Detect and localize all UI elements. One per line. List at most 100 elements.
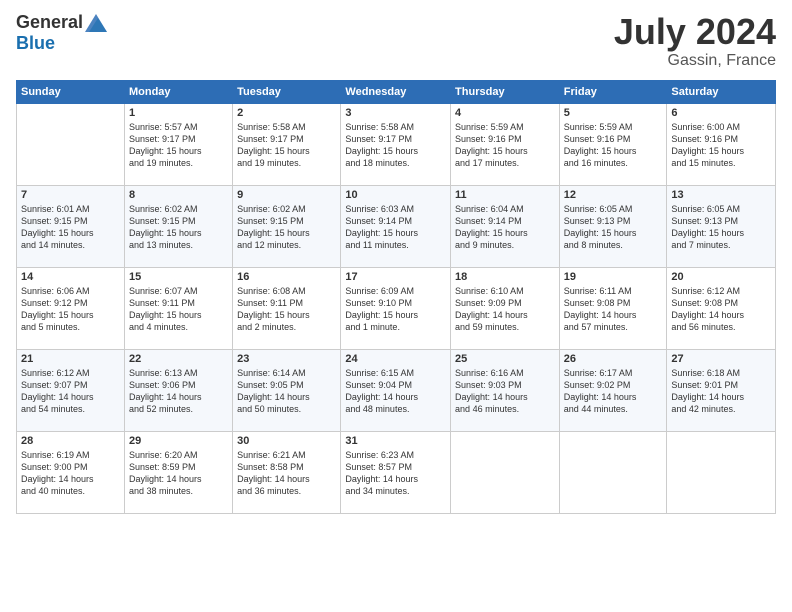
cell-content: Sunrise: 6:18 AMSunset: 9:01 PMDaylight:… [671,367,771,416]
day-number: 23 [237,353,336,365]
calendar-cell: 18Sunrise: 6:10 AMSunset: 9:09 PMDayligh… [451,267,560,349]
calendar-cell: 23 Sunrise: 6:14 AMSunset: 9:05 PMDayligh… [233,349,341,431]
cell-content: Sunrise: 6:14 AMSunset: 9:05 PMDaylight:… [237,367,336,416]
cell-content: Sunrise: 6:04 AMSunset: 9:14 PMDaylight:… [455,203,555,252]
day-number: 21 [21,353,120,365]
calendar-cell: 3 Sunrise: 5:58 AMSunset: 9:17 PMDaylight… [341,103,451,185]
col-header-friday: Friday [559,80,667,103]
calendar-cell: 4 Sunrise: 5:59 AMSunset: 9:16 PMDaylight… [451,103,560,185]
day-number: 14 [21,271,120,283]
calendar-cell: 31 Sunrise: 6:23 AMSunset: 8:57 PMDayligh… [341,431,451,513]
calendar-cell: 2 Sunrise: 5:58 AMSunset: 9:17 PMDaylight… [233,103,341,185]
cell-content: Sunrise: 6:09 AMSunset: 9:10 PMDaylight:… [345,285,446,334]
calendar-cell: 10 Sunrise: 6:03 AMSunset: 9:14 PMDayligh… [341,185,451,267]
col-header-sunday: Sunday [17,80,125,103]
calendar-cell: 11Sunrise: 6:04 AMSunset: 9:14 PMDayligh… [451,185,560,267]
day-number: 13 [671,189,771,201]
calendar-cell: 12 Sunrise: 6:05 AMSunset: 9:13 PMDayligh… [559,185,667,267]
cell-content: Sunrise: 6:12 AMSunset: 9:07 PMDaylight:… [21,367,120,416]
calendar-cell: 13Sunrise: 6:05 AMSunset: 9:13 PMDayligh… [667,185,776,267]
calendar-cell: 17 Sunrise: 6:09 AMSunset: 9:10 PMDayligh… [341,267,451,349]
header: General Blue July 2024 Gassin, France [16,12,776,70]
calendar-cell: 7Sunrise: 6:01 AMSunset: 9:15 PMDaylight… [17,185,125,267]
cell-content: Sunrise: 6:02 AMSunset: 9:15 PMDaylight:… [237,203,336,252]
cell-content: Sunrise: 6:12 AMSunset: 9:08 PMDaylight:… [671,285,771,334]
day-number: 22 [129,353,228,365]
calendar-cell: 19Sunrise: 6:11 AMSunset: 9:08 PMDayligh… [559,267,667,349]
cell-content: Sunrise: 6:13 AMSunset: 9:06 PMDaylight:… [129,367,228,416]
day-number: 28 [21,435,120,447]
calendar-cell: 29Sunrise: 6:20 AMSunset: 8:59 PMDayligh… [124,431,232,513]
calendar-cell [17,103,125,185]
day-number: 3 [345,107,446,119]
cell-content: Sunrise: 6:21 AMSunset: 8:58 PMDaylight:… [237,449,336,498]
calendar-cell: 5 Sunrise: 5:59 AMSunset: 9:16 PMDaylight… [559,103,667,185]
day-number: 15 [129,271,228,283]
day-number: 10 [345,189,446,201]
cell-content: Sunrise: 5:59 AMSunset: 9:16 PMDaylight:… [455,121,555,170]
day-number: 24 [345,353,446,365]
cell-content: Sunrise: 6:11 AMSunset: 9:08 PMDaylight:… [564,285,663,334]
calendar-cell: 1 Sunrise: 5:57 AMSunset: 9:17 PMDaylight… [124,103,232,185]
title-month: July 2024 [614,12,776,52]
cell-content: Sunrise: 6:16 AMSunset: 9:03 PMDaylight:… [455,367,555,416]
cell-content: Sunrise: 5:58 AMSunset: 9:17 PMDaylight:… [237,121,336,170]
col-header-thursday: Thursday [451,80,560,103]
calendar-cell: 25 Sunrise: 6:16 AMSunset: 9:03 PMDayligh… [451,349,560,431]
logo-icon [85,14,107,32]
cell-content: Sunrise: 5:58 AMSunset: 9:17 PMDaylight:… [345,121,446,170]
calendar-cell [451,431,560,513]
cell-content: Sunrise: 6:00 AMSunset: 9:16 PMDaylight:… [671,121,771,170]
day-number: 30 [237,435,336,447]
cell-content: Sunrise: 6:03 AMSunset: 9:14 PMDaylight:… [345,203,446,252]
calendar-table: SundayMondayTuesdayWednesdayThursdayFrid… [16,80,776,514]
day-number: 20 [671,271,771,283]
cell-content: Sunrise: 6:19 AMSunset: 9:00 PMDaylight:… [21,449,120,498]
day-number: 18 [455,271,555,283]
day-number: 27 [671,353,771,365]
day-number: 17 [345,271,446,283]
cell-content: Sunrise: 6:05 AMSunset: 9:13 PMDaylight:… [564,203,663,252]
cell-content: Sunrise: 6:06 AMSunset: 9:12 PMDaylight:… [21,285,120,334]
day-number: 8 [129,189,228,201]
page: General Blue July 2024 Gassin, France Su… [0,0,792,612]
day-number: 2 [237,107,336,119]
col-header-monday: Monday [124,80,232,103]
day-number: 31 [345,435,446,447]
calendar-cell: 15 Sunrise: 6:07 AMSunset: 9:11 PMDayligh… [124,267,232,349]
day-number: 16 [237,271,336,283]
cell-content: Sunrise: 6:17 AMSunset: 9:02 PMDaylight:… [564,367,663,416]
day-number: 5 [564,107,663,119]
day-number: 26 [564,353,663,365]
cell-content: Sunrise: 6:08 AMSunset: 9:11 PMDaylight:… [237,285,336,334]
day-number: 25 [455,353,555,365]
cell-content: Sunrise: 5:59 AMSunset: 9:16 PMDaylight:… [564,121,663,170]
day-number: 4 [455,107,555,119]
calendar-cell: 16 Sunrise: 6:08 AMSunset: 9:11 PMDayligh… [233,267,341,349]
day-number: 9 [237,189,336,201]
cell-content: Sunrise: 6:15 AMSunset: 9:04 PMDaylight:… [345,367,446,416]
day-number: 6 [671,107,771,119]
logo-general-text: General [16,12,83,33]
calendar-cell [559,431,667,513]
title-location: Gassin, France [614,52,776,70]
calendar-cell: 30 Sunrise: 6:21 AMSunset: 8:58 PMDayligh… [233,431,341,513]
calendar-cell: 9 Sunrise: 6:02 AMSunset: 9:15 PMDaylight… [233,185,341,267]
day-number: 1 [129,107,228,119]
calendar-cell: 20 Sunrise: 6:12 AMSunset: 9:08 PMDayligh… [667,267,776,349]
calendar-cell: 14 Sunrise: 6:06 AMSunset: 9:12 PMDayligh… [17,267,125,349]
calendar-cell: 8Sunrise: 6:02 AMSunset: 9:15 PMDaylight… [124,185,232,267]
cell-content: Sunrise: 5:57 AMSunset: 9:17 PMDaylight:… [129,121,228,170]
cell-content: Sunrise: 6:23 AMSunset: 8:57 PMDaylight:… [345,449,446,498]
day-number: 12 [564,189,663,201]
calendar-cell [667,431,776,513]
cell-content: Sunrise: 6:07 AMSunset: 9:11 PMDaylight:… [129,285,228,334]
calendar-cell: 22 Sunrise: 6:13 AMSunset: 9:06 PMDayligh… [124,349,232,431]
calendar-cell: 21 Sunrise: 6:12 AMSunset: 9:07 PMDayligh… [17,349,125,431]
title-block: July 2024 Gassin, France [614,12,776,70]
day-number: 29 [129,435,228,447]
calendar-cell: 28 Sunrise: 6:19 AMSunset: 9:00 PMDayligh… [17,431,125,513]
logo-blue-text: Blue [16,33,55,53]
calendar-cell: 6 Sunrise: 6:00 AMSunset: 9:16 PMDaylight… [667,103,776,185]
col-header-tuesday: Tuesday [233,80,341,103]
